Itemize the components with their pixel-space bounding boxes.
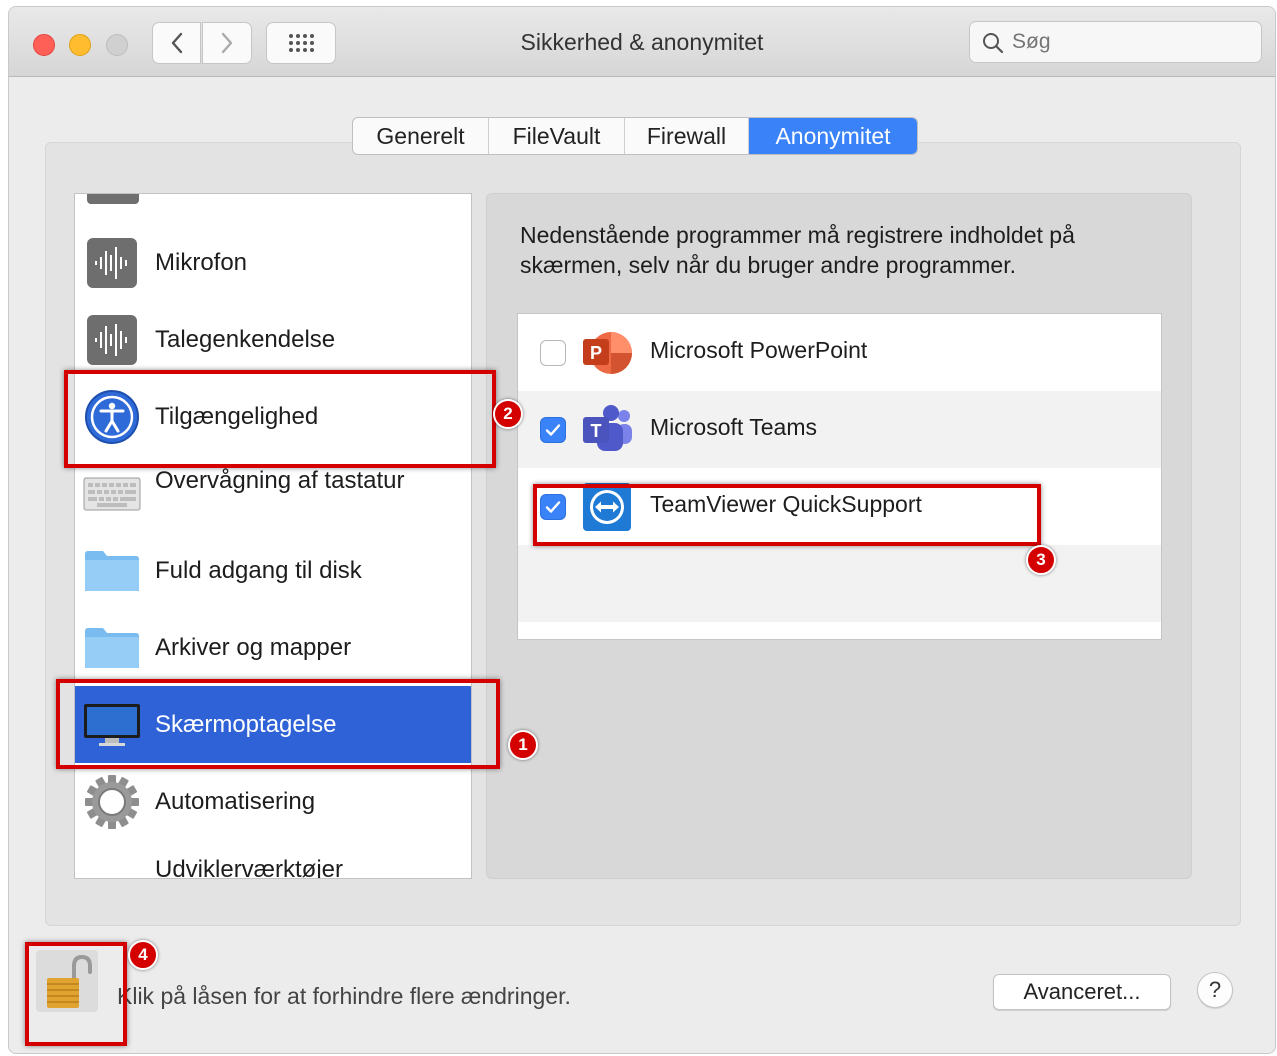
- gear-icon: [83, 773, 141, 831]
- microphone-waveform-icon: [83, 234, 141, 292]
- advanced-button[interactable]: Avanceret...: [993, 974, 1171, 1010]
- folder-icon: [83, 619, 141, 677]
- tab-firewall[interactable]: Firewall: [625, 118, 749, 154]
- annotation-box-1: [56, 679, 500, 769]
- list-item[interactable]: T Microsoft Teams: [518, 391, 1161, 468]
- tab-generelt[interactable]: Generelt: [353, 118, 489, 154]
- app-permission-list[interactable]: P Microsoft PowerPoint T Microsoft Teams…: [517, 313, 1162, 640]
- app-label: Microsoft Teams: [650, 414, 818, 440]
- tab-anonymitet[interactable]: Anonymitet: [749, 118, 917, 154]
- sidebar-item-label: Mikrofon: [155, 248, 248, 276]
- app-label: Microsoft PowerPoint: [650, 337, 868, 363]
- title-bar: Sikkerhed & anonymitet: [9, 7, 1275, 77]
- sidebar-item-fuld-adgang-til-disk[interactable]: Fuld adgang til disk: [75, 532, 471, 609]
- privacy-category-list[interactable]: Mikrofon Talegenkendelse Tilgængelighed …: [74, 193, 472, 879]
- list-item[interactable]: P Microsoft PowerPoint: [518, 314, 1161, 391]
- checkmark-icon: [545, 424, 561, 436]
- sidebar-item-udviklervaerktoejer[interactable]: Udviklerværktøjer: [75, 840, 471, 879]
- sidebar-item-label: Fuld adgang til disk: [155, 556, 362, 584]
- speech-recognition-waveform-icon: [83, 311, 141, 369]
- annotation-box-4: [25, 942, 127, 1046]
- folder-icon: [83, 542, 141, 600]
- annotation-badge-2: 2: [493, 399, 523, 429]
- sidebar-item-arkiver-og-mapper[interactable]: Arkiver og mapper: [75, 609, 471, 686]
- svg-text:P: P: [590, 343, 602, 363]
- annotation-badge-1: 1: [508, 730, 538, 760]
- keyboard-icon: [83, 465, 141, 523]
- sidebar-item-label: Overvågning af tastatur: [155, 467, 405, 494]
- sidebar-item-label: Udviklerværktøjer: [155, 856, 344, 879]
- partial-category-icon: [87, 194, 139, 204]
- search-icon: [983, 33, 1004, 54]
- help-button[interactable]: ?: [1197, 972, 1233, 1008]
- sidebar-item-label: Arkiver og mapper: [155, 633, 352, 661]
- annotation-box-2: [64, 370, 496, 468]
- teams-icon: T: [580, 403, 634, 457]
- tab-filevault[interactable]: FileVault: [489, 118, 625, 154]
- tab-bar: Generelt FileVault Firewall Anonymitet: [352, 117, 918, 155]
- sidebar-item-mikrofon[interactable]: Mikrofon: [75, 224, 471, 301]
- sidebar-item-label: Automatisering: [155, 787, 316, 815]
- lock-status-text: Klik på låsen for at forhindre flere ænd…: [117, 983, 571, 1009]
- empty-list-row: [518, 545, 1161, 622]
- sidebar-item-label: Talegenkendelse: [155, 325, 336, 353]
- search-field[interactable]: [969, 21, 1262, 63]
- sidebar-item-automatisering[interactable]: Automatisering: [75, 763, 471, 840]
- svg-text:T: T: [591, 421, 602, 441]
- description-text: Nedenstående programmer må registrere in…: [520, 222, 1075, 278]
- empty-list-row: [518, 622, 1161, 639]
- search-input[interactable]: [1012, 28, 1252, 56]
- annotation-box-3: [533, 484, 1041, 546]
- teams-checkbox[interactable]: [540, 417, 566, 443]
- powerpoint-checkbox[interactable]: [540, 340, 566, 366]
- sidebar-item-talegenkendelse[interactable]: Talegenkendelse: [75, 301, 471, 378]
- annotation-badge-3: 3: [1026, 545, 1056, 575]
- annotation-badge-4: 4: [128, 940, 158, 970]
- powerpoint-icon: P: [580, 326, 634, 380]
